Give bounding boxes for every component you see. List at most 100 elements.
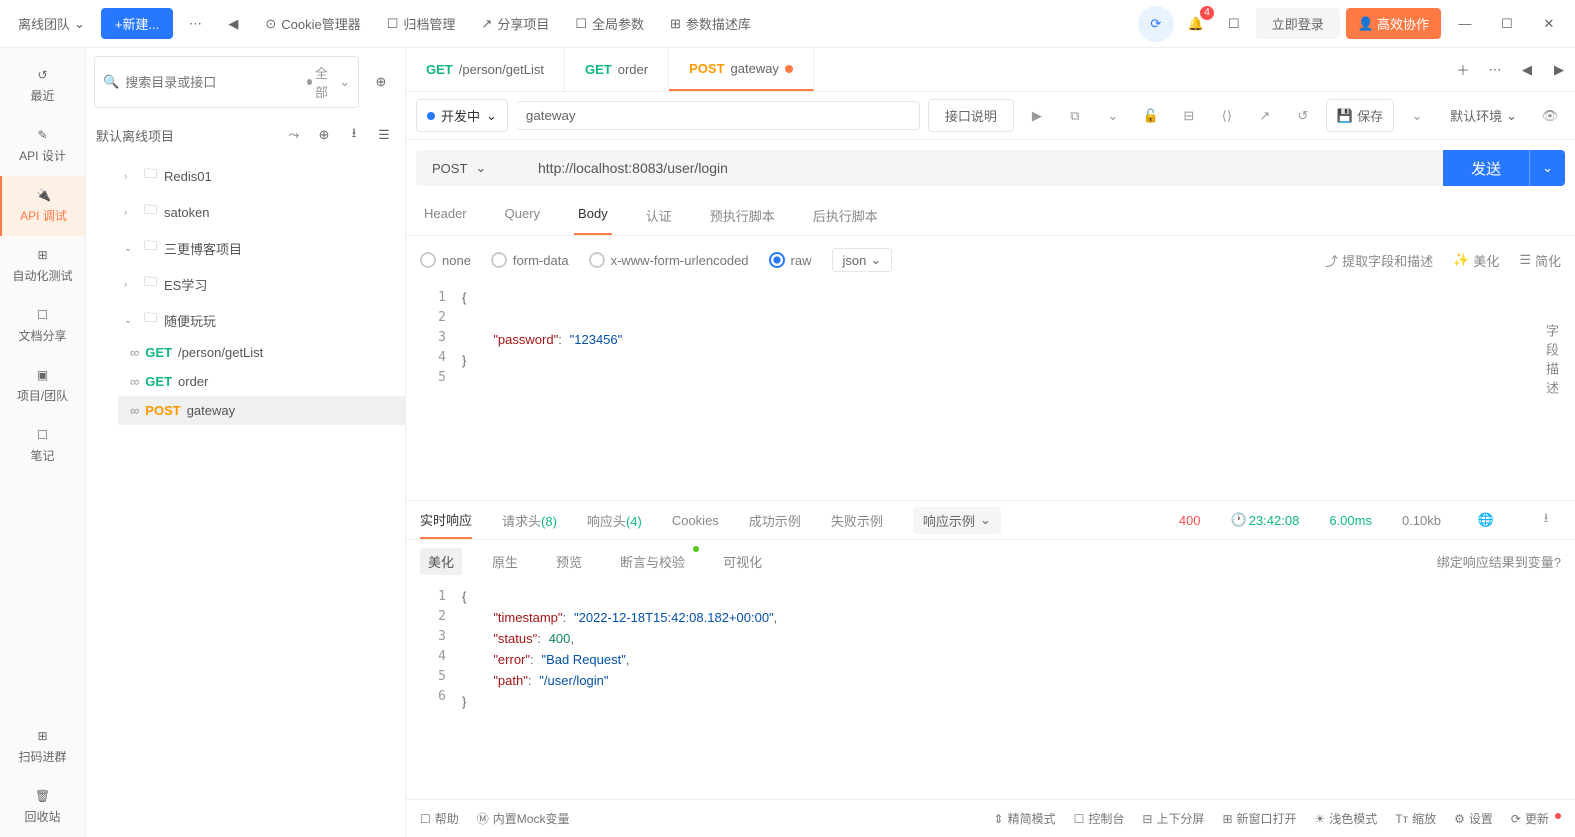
chevron-down-icon[interactable]: ⌄: [1402, 101, 1432, 131]
code-area[interactable]: { "password": "123456" }: [456, 284, 1575, 500]
theme-button[interactable]: ☀浅色模式: [1315, 810, 1378, 827]
eye-icon[interactable]: 👁: [1535, 101, 1565, 131]
window-minimize[interactable]: —: [1447, 6, 1483, 42]
list-icon[interactable]: ☰: [373, 124, 395, 146]
window-close[interactable]: ✕: [1531, 6, 1567, 42]
req-tab-post[interactable]: 后执行脚本: [809, 196, 882, 235]
archive-mgmt[interactable]: ☐归档管理: [377, 8, 466, 39]
team-dropdown[interactable]: 离线团队 ⌄: [8, 8, 95, 39]
req-tab-body[interactable]: Body: [574, 196, 612, 235]
download-response-icon[interactable]: ⭳: [1531, 505, 1561, 535]
login-button[interactable]: 立即登录: [1256, 8, 1340, 39]
zoom-button[interactable]: Tт缩放: [1395, 810, 1436, 827]
sidebar-debug[interactable]: 🔌API 调试: [0, 176, 85, 236]
field-desc-toggle[interactable]: 字段描述: [1542, 324, 1561, 400]
add-tab-button[interactable]: ＋: [1447, 54, 1479, 86]
param-desc-lib[interactable]: ⊞参数描述库: [660, 8, 761, 39]
chevron-down-icon[interactable]: ⌄: [1098, 101, 1128, 131]
new-button[interactable]: +新建...: [101, 8, 173, 39]
resp-tab-cookies[interactable]: Cookies: [672, 505, 719, 536]
code-icon[interactable]: ⟨⟩: [1212, 101, 1242, 131]
api-name-input[interactable]: [516, 101, 920, 130]
sidebar-autotest[interactable]: ⊞自动化测试: [0, 236, 85, 296]
collab-button[interactable]: 👤高效协作: [1346, 8, 1441, 39]
req-tab-header[interactable]: Header: [420, 196, 471, 235]
notification-button[interactable]: 🔔4: [1180, 8, 1212, 40]
resp-tab-respheaders[interactable]: 响应头(4): [587, 503, 642, 538]
send-dropdown[interactable]: ⌄: [1529, 150, 1565, 186]
more-icon[interactable]: ⋯: [179, 8, 211, 40]
sidebar-recent[interactable]: ↺最近: [0, 56, 85, 116]
resp-sub-viz[interactable]: 可视化: [715, 548, 770, 575]
filter-all[interactable]: 全部 ⌄: [307, 63, 350, 101]
back-icon[interactable]: ◀: [217, 8, 249, 40]
resp-sub-beautify[interactable]: 美化: [420, 548, 462, 575]
next-tab-button[interactable]: ▶: [1543, 54, 1575, 86]
resp-tab-reqheaders[interactable]: 请求头(8): [502, 503, 557, 538]
settings-button[interactable]: ⚙设置: [1454, 810, 1493, 827]
download-icon[interactable]: ⭳: [343, 124, 365, 146]
req-tab-pre[interactable]: 预执行脚本: [706, 196, 779, 235]
body-type-form[interactable]: form-data: [491, 252, 569, 268]
export-icon[interactable]: ↗: [1250, 101, 1280, 131]
simplify-button[interactable]: ☰简化: [1519, 251, 1561, 270]
note-icon-btn[interactable]: ☐: [1218, 8, 1250, 40]
folder-add-icon[interactable]: ⊕: [313, 124, 335, 146]
mock-vars-button[interactable]: Ⓜ内置Mock变量: [477, 810, 570, 827]
search-input-wrap[interactable]: 🔍 全部 ⌄: [94, 56, 359, 108]
content-type-dropdown[interactable]: json ⌄: [832, 248, 893, 272]
delete-icon[interactable]: ⊟: [1174, 101, 1204, 131]
play-icon[interactable]: ▶: [1022, 101, 1052, 131]
sidebar-notes[interactable]: ☐笔记: [0, 416, 85, 476]
status-chip[interactable]: 开发中 ⌄: [416, 99, 508, 132]
sidebar-docshare[interactable]: ☐文档分享: [0, 296, 85, 356]
tree-api-item[interactable]: ∞GET/person/getList: [118, 338, 405, 367]
req-tab-auth[interactable]: 认证: [642, 196, 676, 235]
method-select[interactable]: POST⌄: [416, 150, 526, 186]
console-button[interactable]: ☐控制台: [1074, 810, 1125, 827]
response-body-editor[interactable]: 123456 { "timestamp": "2022-12-18T15:42:…: [406, 583, 1575, 799]
window-maximize[interactable]: ☐: [1489, 6, 1525, 42]
resp-tab-fail[interactable]: 失败示例: [831, 503, 883, 538]
compact-mode-button[interactable]: ⇕精简模式: [994, 810, 1056, 827]
search-input[interactable]: [125, 75, 301, 90]
global-params[interactable]: ☐全局参数: [565, 8, 654, 39]
send-button[interactable]: 发送: [1443, 150, 1529, 186]
sidebar-project[interactable]: ▣项目/团队: [0, 356, 85, 416]
share-project[interactable]: ↗分享项目: [471, 8, 559, 39]
split-button[interactable]: ⊟上下分屏: [1142, 810, 1204, 827]
resp-sub-raw[interactable]: 原生: [484, 548, 526, 575]
tree-folder[interactable]: ⌄🗀三更博客项目: [86, 230, 405, 266]
tree-api-item[interactable]: ∞GETorder: [118, 367, 405, 396]
newwindow-button[interactable]: ⊞新窗口打开: [1222, 810, 1296, 827]
save-button[interactable]: 💾保存: [1326, 99, 1394, 132]
tab[interactable]: POSTgateway: [669, 48, 814, 91]
update-button[interactable]: ⟳更新: [1511, 810, 1561, 827]
tab[interactable]: GETorder: [565, 48, 669, 91]
more-tabs-button[interactable]: ⋯: [1479, 54, 1511, 86]
body-type-raw[interactable]: raw: [769, 252, 812, 268]
cookie-manager[interactable]: ⊙Cookie管理器: [255, 8, 370, 39]
api-desc-button[interactable]: 接口说明: [928, 99, 1014, 132]
globe-icon[interactable]: 🌐: [1471, 505, 1501, 535]
resp-tab-realtime[interactable]: 实时响应: [420, 502, 472, 539]
help-button[interactable]: ☐帮助: [420, 810, 459, 827]
tree-folder[interactable]: ›🗀satoken: [86, 194, 405, 230]
sidebar-design[interactable]: ✎API 设计: [0, 116, 85, 176]
prev-tab-button[interactable]: ◀: [1511, 54, 1543, 86]
extract-fields[interactable]: ⤴提取字段和描述: [1325, 251, 1433, 270]
tree-folder[interactable]: ›🗀Redis01: [86, 158, 405, 194]
tab[interactable]: GET/person/getList: [406, 48, 565, 91]
body-type-none[interactable]: none: [420, 252, 471, 268]
resp-sub-assert[interactable]: 断言与校验: [612, 548, 693, 575]
sidebar-scan[interactable]: ⊞扫码进群: [0, 717, 85, 777]
tree-folder[interactable]: ›🗀ES学习: [86, 266, 405, 302]
url-input[interactable]: [526, 150, 1443, 186]
sidebar-recycle[interactable]: 🗑回收站: [0, 777, 85, 837]
resp-tab-success[interactable]: 成功示例: [749, 503, 801, 538]
resp-sub-preview[interactable]: 预览: [548, 548, 590, 575]
req-tab-query[interactable]: Query: [501, 196, 544, 235]
locate-icon[interactable]: ⊕: [365, 66, 397, 98]
tree-folder[interactable]: ⌄🗀随便玩玩: [86, 302, 405, 338]
env-dropdown[interactable]: 默认环境 ⌄: [1440, 100, 1527, 131]
